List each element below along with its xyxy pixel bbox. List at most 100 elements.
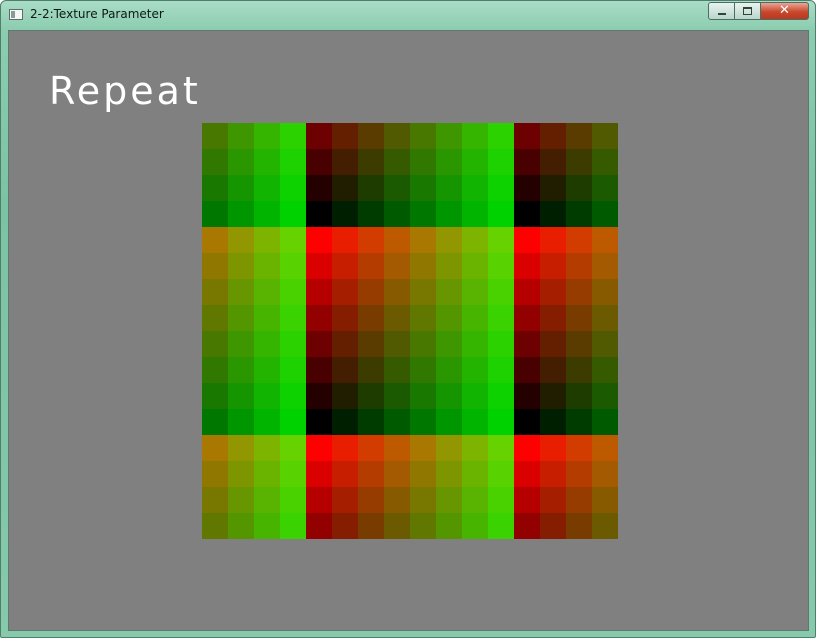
texel — [540, 513, 566, 539]
texel — [462, 357, 488, 383]
texel — [592, 409, 618, 435]
texel — [566, 487, 592, 513]
texel — [488, 175, 514, 201]
texel — [488, 279, 514, 305]
texel — [332, 487, 358, 513]
close-icon: ✕ — [779, 3, 790, 18]
texel — [592, 149, 618, 175]
texel — [254, 175, 280, 201]
texel — [540, 357, 566, 383]
minimize-icon — [718, 13, 726, 15]
texel — [384, 201, 410, 227]
texel — [488, 305, 514, 331]
texel — [592, 305, 618, 331]
close-button[interactable]: ✕ — [760, 2, 809, 20]
texel — [462, 149, 488, 175]
repeated-texture-quad — [202, 123, 618, 539]
texel — [566, 253, 592, 279]
texel — [280, 409, 306, 435]
texel — [332, 253, 358, 279]
texel — [384, 487, 410, 513]
texel — [410, 383, 436, 409]
texel — [514, 383, 540, 409]
texel — [228, 175, 254, 201]
texel — [280, 175, 306, 201]
texel — [280, 201, 306, 227]
texel — [384, 461, 410, 487]
texel — [254, 123, 280, 149]
texel — [462, 435, 488, 461]
window-title: 2-2:Texture Parameter — [30, 7, 164, 21]
texel — [202, 409, 228, 435]
texel — [358, 383, 384, 409]
texel — [280, 149, 306, 175]
texel — [254, 279, 280, 305]
texel — [410, 487, 436, 513]
texel — [514, 279, 540, 305]
texel — [384, 305, 410, 331]
texel — [358, 123, 384, 149]
texel — [332, 175, 358, 201]
texel — [306, 461, 332, 487]
texel — [280, 513, 306, 539]
texel — [306, 123, 332, 149]
texel — [514, 331, 540, 357]
minimize-button[interactable] — [708, 2, 735, 20]
texel — [436, 357, 462, 383]
texel — [384, 279, 410, 305]
texel — [462, 123, 488, 149]
texel — [540, 253, 566, 279]
texel — [332, 513, 358, 539]
texel — [306, 279, 332, 305]
texel — [280, 357, 306, 383]
texel — [254, 253, 280, 279]
texel — [280, 279, 306, 305]
texel — [228, 123, 254, 149]
texel — [358, 487, 384, 513]
texel — [462, 331, 488, 357]
texel — [202, 305, 228, 331]
texel — [332, 331, 358, 357]
texel — [410, 279, 436, 305]
texel — [332, 279, 358, 305]
texel — [202, 513, 228, 539]
texel — [384, 149, 410, 175]
texel — [306, 253, 332, 279]
texel — [540, 149, 566, 175]
texel — [540, 409, 566, 435]
texel — [384, 227, 410, 253]
texel — [488, 487, 514, 513]
texel — [332, 305, 358, 331]
title-bar[interactable]: 2-2:Texture Parameter ✕ — [1, 1, 815, 29]
texel — [332, 461, 358, 487]
texel — [462, 513, 488, 539]
texel — [436, 279, 462, 305]
texel — [358, 357, 384, 383]
texel — [540, 461, 566, 487]
texel — [306, 513, 332, 539]
texel — [410, 409, 436, 435]
maximize-button[interactable] — [734, 2, 761, 20]
texel — [488, 149, 514, 175]
texel — [566, 461, 592, 487]
application-window: 2-2:Texture Parameter ✕ Repeat — [0, 0, 816, 638]
texel — [566, 123, 592, 149]
texel — [488, 123, 514, 149]
texel — [436, 409, 462, 435]
opengl-canvas[interactable]: Repeat — [8, 30, 809, 631]
texel — [358, 305, 384, 331]
texel — [332, 435, 358, 461]
texel — [436, 331, 462, 357]
texel — [592, 435, 618, 461]
texel — [436, 487, 462, 513]
texel — [384, 175, 410, 201]
texel — [514, 435, 540, 461]
texel — [436, 435, 462, 461]
texel — [384, 513, 410, 539]
texel — [228, 383, 254, 409]
app-icon[interactable] — [9, 9, 23, 20]
texel — [410, 149, 436, 175]
texel — [202, 227, 228, 253]
texel — [254, 409, 280, 435]
texel — [540, 487, 566, 513]
